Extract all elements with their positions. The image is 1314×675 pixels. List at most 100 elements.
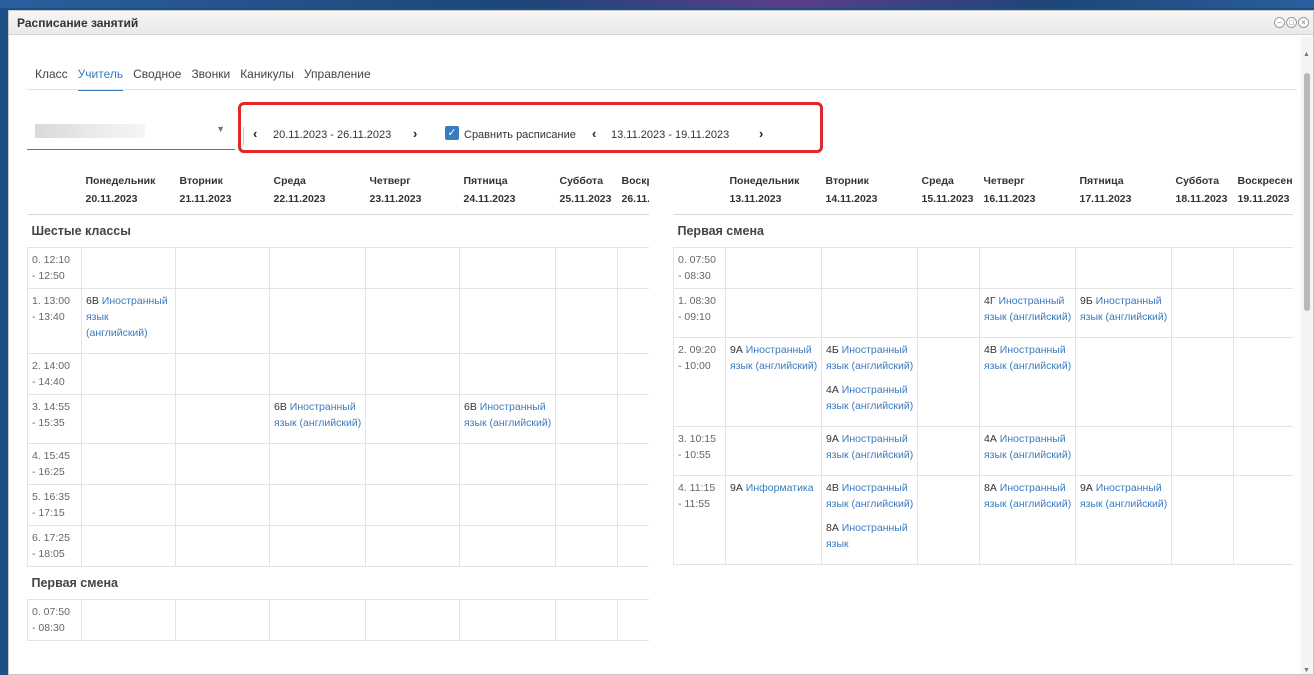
schedule-cell[interactable] bbox=[175, 247, 270, 289]
schedule-cell[interactable] bbox=[269, 443, 366, 485]
lesson-entry[interactable]: 4В Иностранный язык (английский) bbox=[826, 480, 915, 512]
schedule-cell[interactable] bbox=[459, 599, 556, 641]
schedule-cell[interactable] bbox=[617, 288, 649, 354]
schedule-cell[interactable] bbox=[459, 525, 556, 567]
schedule-cell[interactable]: 8А Иностранный язык (английский) bbox=[979, 475, 1076, 565]
schedule-cell[interactable]: 6В Иностранный язык (английский) bbox=[81, 288, 176, 354]
schedule-cell[interactable] bbox=[1075, 426, 1172, 476]
schedule-cell[interactable] bbox=[365, 484, 460, 526]
schedule-cell[interactable] bbox=[81, 599, 176, 641]
schedule-cell[interactable]: 9А Иностранный язык (английский) bbox=[725, 337, 822, 427]
schedule-cell[interactable] bbox=[81, 394, 176, 444]
schedule-cell[interactable] bbox=[175, 599, 270, 641]
schedule-cell[interactable] bbox=[555, 484, 618, 526]
schedule-cell[interactable] bbox=[1075, 337, 1172, 427]
schedule-cell[interactable] bbox=[269, 247, 366, 289]
schedule-cell[interactable] bbox=[555, 525, 618, 567]
teacher-select[interactable]: ▼ bbox=[27, 112, 235, 150]
schedule-cell[interactable] bbox=[81, 443, 176, 485]
schedule-cell[interactable] bbox=[175, 353, 270, 395]
schedule-cell[interactable] bbox=[821, 247, 918, 289]
schedule-cell[interactable] bbox=[555, 353, 618, 395]
lesson-entry[interactable]: 4В Иностранный язык (английский) bbox=[984, 342, 1073, 374]
schedule-cell[interactable] bbox=[81, 353, 176, 395]
schedule-cell[interactable] bbox=[175, 394, 270, 444]
schedule-cell[interactable] bbox=[917, 426, 980, 476]
tab-4[interactable]: Каникулы bbox=[240, 67, 294, 91]
lesson-entry[interactable]: 8А Иностранный язык (английский) bbox=[984, 480, 1073, 512]
schedule-cell[interactable] bbox=[459, 353, 556, 395]
schedule-cell[interactable] bbox=[81, 247, 176, 289]
lesson-entry[interactable]: 4Б Иностранный язык (английский) bbox=[826, 342, 915, 374]
schedule-cell[interactable] bbox=[917, 247, 980, 289]
schedule-cell[interactable]: 6В Иностранный язык (английский) bbox=[269, 394, 366, 444]
schedule-cell[interactable] bbox=[617, 353, 649, 395]
schedule-cell[interactable] bbox=[459, 484, 556, 526]
lesson-entry[interactable]: 9Б Иностранный язык (английский) bbox=[1080, 293, 1169, 325]
schedule-cell[interactable] bbox=[979, 247, 1076, 289]
schedule-cell[interactable] bbox=[555, 599, 618, 641]
schedule-cell[interactable] bbox=[365, 525, 460, 567]
schedule-cell[interactable] bbox=[175, 288, 270, 354]
schedule-cell[interactable] bbox=[617, 599, 649, 641]
schedule-cell[interactable]: 4В Иностранный язык (английский) 8А Иност… bbox=[821, 475, 918, 565]
schedule-cell[interactable] bbox=[175, 525, 270, 567]
schedule-cell[interactable] bbox=[81, 484, 176, 526]
schedule-cell[interactable] bbox=[917, 337, 980, 427]
tab-0[interactable]: Класс bbox=[35, 67, 68, 91]
schedule-cell[interactable] bbox=[617, 484, 649, 526]
schedule-cell[interactable] bbox=[1171, 475, 1234, 565]
schedule-cell[interactable] bbox=[175, 443, 270, 485]
schedule-cell[interactable] bbox=[555, 247, 618, 289]
schedule-cell[interactable] bbox=[365, 443, 460, 485]
schedule-cell[interactable] bbox=[555, 288, 618, 354]
schedule-cell[interactable]: 4В Иностранный язык (английский) bbox=[979, 337, 1076, 427]
schedule-cell[interactable] bbox=[1233, 475, 1293, 565]
schedule-cell[interactable] bbox=[269, 484, 366, 526]
window-scrollbar[interactable]: ▲ ▼ bbox=[1301, 37, 1313, 674]
schedule-cell[interactable] bbox=[459, 288, 556, 354]
lesson-entry[interactable]: 4А Иностранный язык (английский) bbox=[826, 382, 915, 414]
minimize-icon[interactable]: – bbox=[1274, 17, 1285, 28]
schedule-cell[interactable] bbox=[617, 525, 649, 567]
schedule-cell[interactable] bbox=[365, 247, 460, 289]
lesson-subject-link[interactable]: Информатика bbox=[746, 482, 814, 494]
chevron-down-icon[interactable]: ▼ bbox=[216, 124, 225, 134]
schedule-cell[interactable] bbox=[917, 288, 980, 338]
schedule-cell[interactable] bbox=[269, 353, 366, 395]
tab-2[interactable]: Сводное bbox=[133, 67, 181, 91]
lesson-entry[interactable]: 4Г Иностранный язык (английский) bbox=[984, 293, 1073, 325]
lesson-subject-link[interactable]: Иностранный язык (английский) bbox=[984, 295, 1071, 323]
scrollbar-thumb[interactable] bbox=[1304, 73, 1310, 311]
schedule-cell[interactable] bbox=[1233, 426, 1293, 476]
schedule-cell[interactable]: 9А Информатика bbox=[725, 475, 822, 565]
schedule-cell[interactable] bbox=[617, 443, 649, 485]
schedule-cell[interactable] bbox=[1233, 288, 1293, 338]
schedule-cell[interactable] bbox=[1171, 247, 1234, 289]
window-titlebar[interactable]: Расписание занятий – □ × bbox=[9, 11, 1313, 35]
schedule-cell[interactable] bbox=[821, 288, 918, 338]
schedule-cell[interactable] bbox=[917, 475, 980, 565]
schedule-cell[interactable] bbox=[725, 426, 822, 476]
schedule-cell[interactable] bbox=[459, 247, 556, 289]
schedule-cell[interactable] bbox=[269, 288, 366, 354]
schedule-cell[interactable] bbox=[1233, 337, 1293, 427]
schedule-cell[interactable] bbox=[1171, 337, 1234, 427]
schedule-cell[interactable] bbox=[175, 484, 270, 526]
schedule-cell[interactable] bbox=[617, 394, 649, 444]
lesson-entry[interactable]: 4А Иностранный язык (английский) bbox=[984, 431, 1073, 463]
schedule-cell[interactable] bbox=[365, 288, 460, 354]
tab-1[interactable]: Учитель bbox=[77, 67, 124, 91]
schedule-cell[interactable] bbox=[725, 247, 822, 289]
schedule-cell[interactable]: 9А Иностранный язык (английский) bbox=[821, 426, 918, 476]
lesson-entry[interactable]: 9А Иностранный язык (английский) bbox=[730, 342, 819, 374]
lesson-entry[interactable]: 6В Иностранный язык (английский) bbox=[274, 399, 363, 431]
schedule-cell[interactable]: 9А Иностранный язык (английский) bbox=[1075, 475, 1172, 565]
lesson-entry[interactable]: 9А Иностранный язык (английский) bbox=[1080, 480, 1169, 512]
schedule-cell[interactable] bbox=[555, 443, 618, 485]
lesson-entry[interactable]: 6В Иностранный язык (английский) bbox=[86, 293, 173, 341]
lesson-entry[interactable]: 6В Иностранный язык (английский) bbox=[464, 399, 553, 431]
schedule-cell[interactable] bbox=[459, 443, 556, 485]
schedule-cell[interactable] bbox=[365, 353, 460, 395]
schedule-cell[interactable] bbox=[555, 394, 618, 444]
